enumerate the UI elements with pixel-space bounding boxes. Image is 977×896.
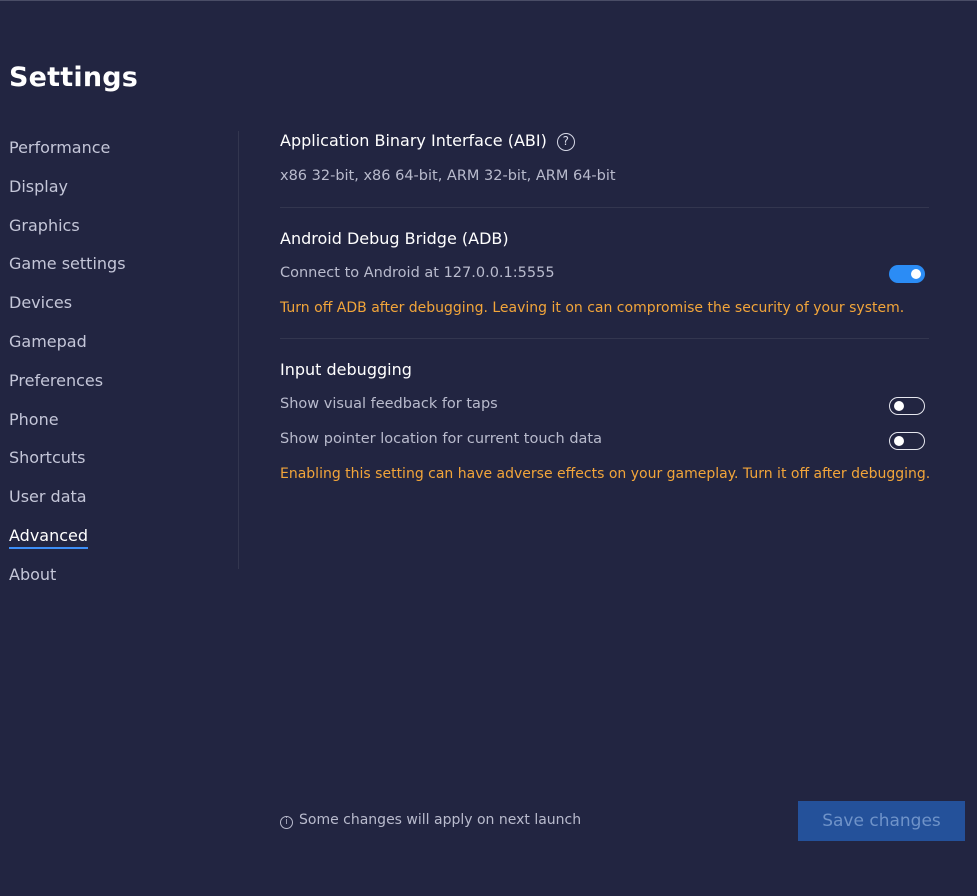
restart-notice-text: Some changes will apply on next launch (299, 812, 582, 828)
adb-warning: Turn off ADB after debugging. Leaving it… (280, 300, 905, 316)
pointer-location-toggle[interactable] (889, 432, 925, 450)
sidebar-item-label: Preferences (9, 370, 104, 390)
sidebar-item-devices[interactable]: Devices (9, 284, 229, 323)
sidebar-item-label: Game settings (9, 254, 126, 274)
pointer-location-label: Show pointer location for current touch … (280, 431, 602, 447)
adb-section-title: Android Debug Bridge (ADB) (280, 229, 509, 248)
sidebar-item-game-settings[interactable]: Game settings (9, 245, 229, 284)
toggle-knob (894, 435, 904, 446)
save-changes-button[interactable]: Save changes (798, 801, 965, 841)
taps-feedback-label: Show visual feedback for taps (280, 396, 498, 412)
restart-notice: i Some changes will apply on next launch (280, 812, 581, 829)
sidebar-item-gamepad[interactable]: Gamepad (9, 323, 229, 362)
sidebar-divider (238, 131, 239, 569)
sidebar-item-display[interactable]: Display (9, 168, 229, 207)
sidebar-item-label: Graphics (9, 215, 80, 235)
sidebar-item-label: Phone (9, 409, 59, 429)
sidebar-item-preferences[interactable]: Preferences (9, 362, 229, 401)
sidebar-item-label: Devices (9, 293, 73, 313)
sidebar-item-label: About (9, 564, 57, 584)
abi-title: Application Binary Interface (ABI) (280, 131, 547, 150)
sidebar-item-label: User data (9, 487, 87, 507)
page-title: Settings (9, 62, 139, 93)
window-top-border (0, 0, 977, 1)
abi-section-title: Application Binary Interface (ABI)? (280, 131, 575, 151)
toggle-knob (894, 400, 904, 411)
input-debugging-warning: Enabling this setting can have adverse e… (280, 466, 931, 482)
info-icon: i (280, 816, 293, 829)
sidebar-item-performance[interactable]: Performance (9, 129, 229, 168)
adb-connect-label: Connect to Android at 127.0.0.1:5555 (280, 265, 555, 281)
help-icon[interactable]: ? (556, 133, 575, 151)
sidebar-item-shortcuts[interactable]: Shortcuts (9, 439, 229, 478)
settings-sidebar: Performance Display Graphics Game settin… (9, 129, 229, 595)
sidebar-item-label: Performance (9, 138, 111, 157)
taps-feedback-toggle[interactable] (889, 397, 925, 415)
section-divider (280, 338, 929, 339)
toggle-knob (911, 269, 921, 279)
sidebar-item-about[interactable]: About (9, 556, 229, 595)
sidebar-item-advanced[interactable]: Advanced (9, 517, 229, 556)
input-debugging-title: Input debugging (280, 360, 412, 379)
sidebar-item-phone[interactable]: Phone (9, 401, 229, 440)
sidebar-item-label: Advanced (9, 526, 89, 549)
sidebar-item-label: Display (9, 176, 68, 196)
abi-value: x86 32-bit, x86 64-bit, ARM 32-bit, ARM … (280, 168, 616, 184)
sidebar-item-graphics[interactable]: Graphics (9, 207, 229, 246)
sidebar-item-user-data[interactable]: User data (9, 478, 229, 517)
adb-connect-toggle[interactable] (889, 265, 925, 283)
sidebar-item-label: Gamepad (9, 331, 87, 351)
sidebar-item-label: Shortcuts (9, 448, 86, 468)
section-divider (280, 207, 929, 208)
